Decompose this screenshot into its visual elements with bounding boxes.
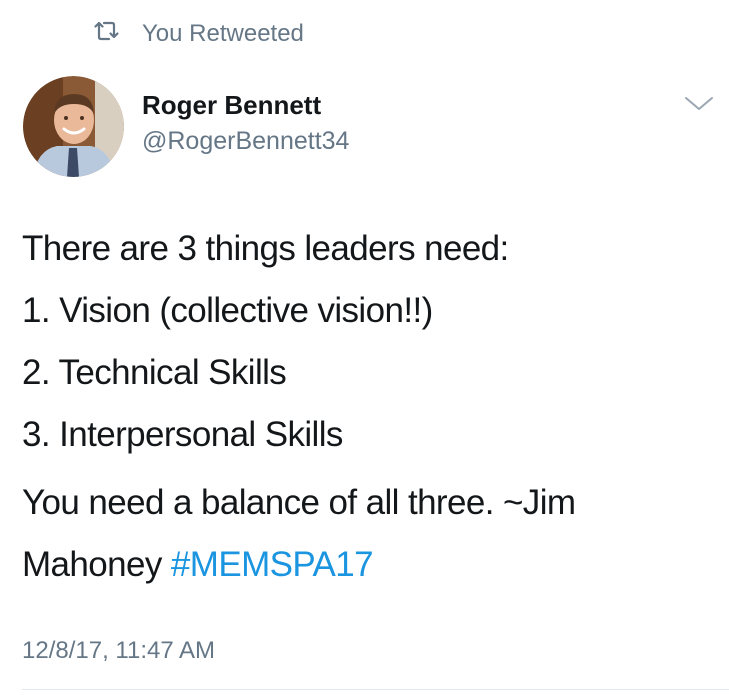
tweet-menu-button[interactable] (683, 94, 715, 114)
tweet-timestamp[interactable]: 12/8/17, 11:47 AM (22, 634, 215, 668)
author-handle[interactable]: @RogerBennett34 (142, 124, 349, 158)
profile-photo-icon (23, 76, 124, 177)
tweet-line: You need a balance of all three. ~Jim (22, 483, 576, 522)
hashtag-link[interactable]: #MEMSPA17 (171, 545, 374, 584)
social-context: You Retweeted (94, 17, 304, 51)
social-context-text: You Retweeted (142, 20, 304, 47)
tweet-line-text: Mahoney (22, 545, 171, 584)
tweet-line: 1. Vision (collective vision!!) (22, 291, 433, 330)
author-info[interactable]: Roger Bennett @RogerBennett34 (142, 88, 349, 158)
retweet-icon (94, 20, 142, 49)
tweet-line: There are 3 things leaders need: (22, 229, 509, 268)
tweet-line: Mahoney #MEMSPA17 (22, 534, 712, 596)
tweet-line: 2. Technical Skills (22, 353, 287, 392)
tweet-text: There are 3 things leaders need: 1. Visi… (22, 218, 712, 596)
divider (22, 689, 729, 690)
tweet-line: 3. Interpersonal Skills (22, 415, 343, 454)
author-display-name[interactable]: Roger Bennett (142, 88, 349, 122)
avatar[interactable] (23, 76, 124, 177)
chevron-down-icon (685, 97, 713, 110)
